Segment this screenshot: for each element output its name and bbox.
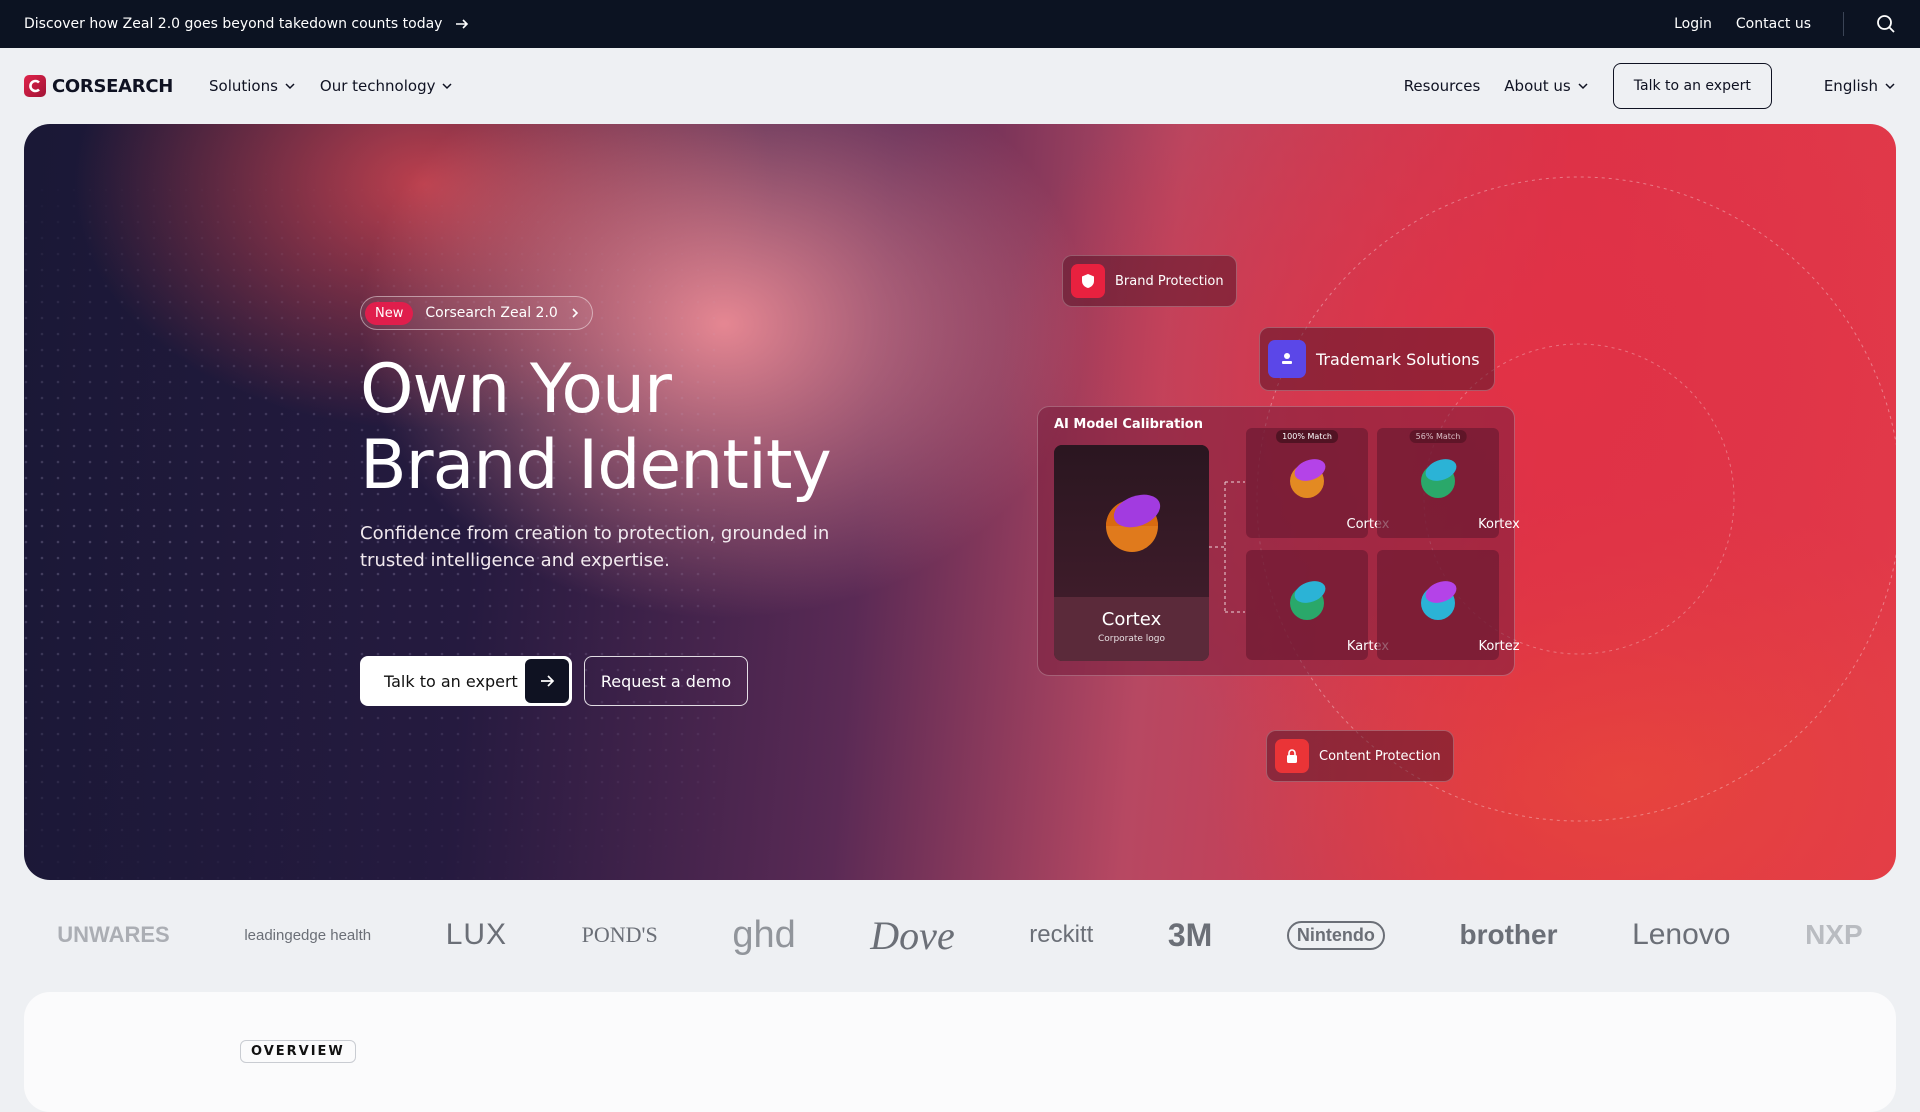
brand-protection-label: Brand Protection bbox=[1115, 273, 1224, 289]
match-card: 100% Match Cortex bbox=[1246, 428, 1389, 538]
chevron-down-icon bbox=[1885, 83, 1895, 90]
hero-title-line1: Own Your bbox=[360, 350, 672, 429]
customer-logo: leadingedge health bbox=[244, 926, 372, 944]
login-link[interactable]: Login bbox=[1674, 16, 1712, 32]
language-label: English bbox=[1823, 77, 1878, 95]
hero-section: New Corsearch Zeal 2.0 Own Your Brand Id… bbox=[24, 124, 1896, 880]
logo-variant-icon bbox=[1290, 581, 1326, 620]
hero-title: Own Your Brand Identity bbox=[360, 350, 832, 505]
new-release-badge[interactable]: New Corsearch Zeal 2.0 bbox=[360, 296, 593, 330]
ai-calibration-panel: AI Model Calibration Cortex Corporate lo… bbox=[1037, 406, 1520, 676]
corsearch-logo[interactable]: CORSEARCH bbox=[24, 75, 173, 97]
arrow-right-icon bbox=[525, 659, 569, 703]
lock-icon bbox=[1275, 739, 1309, 773]
nav-technology-label: Our technology bbox=[319, 77, 436, 95]
logo-variant-icon bbox=[1421, 581, 1457, 620]
customer-logo: brother bbox=[1459, 919, 1558, 950]
customer-logo: ghd bbox=[732, 913, 796, 956]
brand-protection-chip: Brand Protection bbox=[1062, 255, 1237, 307]
contact-link[interactable]: Contact us bbox=[1736, 16, 1811, 32]
content-protection-label: Content Protection bbox=[1319, 748, 1441, 764]
logo-variant-icon bbox=[1421, 459, 1457, 498]
customer-logo: POND'S bbox=[581, 922, 658, 947]
promo-text: Discover how Zeal 2.0 goes beyond takedo… bbox=[24, 16, 443, 32]
match-card: Kartex bbox=[1246, 550, 1389, 660]
customer-logo: LUX bbox=[445, 918, 508, 951]
arrow-right-icon bbox=[456, 19, 469, 29]
match-card: Kortez bbox=[1377, 550, 1520, 660]
logo-variant-icon bbox=[1290, 459, 1326, 498]
reference-logo-card: Cortex Corporate logo bbox=[1054, 445, 1209, 661]
hero-subtitle: Confidence from creation to protection, … bbox=[360, 523, 830, 571]
customer-logo: Nintendo bbox=[1286, 920, 1385, 950]
customer-logo: Lenovo bbox=[1632, 918, 1731, 951]
logo-mark-icon bbox=[24, 75, 46, 97]
reference-logo-image bbox=[1054, 445, 1209, 597]
customer-logo: NXP bbox=[1805, 919, 1863, 950]
reference-logo-caption: Corporate logo bbox=[1097, 634, 1166, 644]
nav-about[interactable]: About us bbox=[1504, 77, 1588, 95]
nav-solutions[interactable]: Solutions bbox=[209, 77, 296, 95]
dot-grid-decoration bbox=[24, 124, 1896, 880]
trademark-solutions-label: Trademark Solutions bbox=[1316, 349, 1480, 369]
shield-icon bbox=[1071, 264, 1105, 298]
chevron-down-icon bbox=[1578, 83, 1588, 90]
match-name: Kortex bbox=[1478, 517, 1520, 532]
nav-about-label: About us bbox=[1504, 77, 1571, 95]
connector-lines bbox=[1209, 481, 1245, 613]
panel-title: AI Model Calibration bbox=[1054, 417, 1203, 432]
match-tag: 100% Match bbox=[1276, 430, 1338, 443]
stamp-icon bbox=[1268, 340, 1306, 378]
reference-logo-label: Cortex Corporate logo bbox=[1054, 597, 1209, 661]
match-name: Kortez bbox=[1478, 639, 1520, 654]
talk-to-expert-button[interactable]: Talk to an expert bbox=[1612, 63, 1772, 109]
trademark-solutions-chip: Trademark Solutions bbox=[1259, 327, 1495, 391]
customer-logo: reckitt bbox=[1029, 921, 1094, 948]
cta-label: Talk to an expert bbox=[384, 671, 518, 691]
nav-resources[interactable]: Resources bbox=[1404, 77, 1481, 95]
chevron-right-icon bbox=[572, 308, 578, 318]
overview-label: OVERVIEW bbox=[240, 1040, 356, 1063]
language-selector[interactable]: English bbox=[1824, 77, 1896, 95]
new-tag: New bbox=[365, 301, 414, 325]
request-demo-button[interactable]: Request a demo bbox=[584, 656, 748, 706]
customer-logo: 3M bbox=[1167, 916, 1213, 953]
overview-section: OVERVIEW bbox=[24, 992, 1896, 1112]
logo-text: CORSEARCH bbox=[52, 75, 173, 97]
customer-logo: UNWARES bbox=[57, 922, 170, 947]
hero-title-line2: Brand Identity bbox=[360, 426, 832, 505]
customer-logo: Dove bbox=[870, 912, 955, 958]
chevron-down-icon bbox=[442, 83, 452, 90]
content-protection-chip: Content Protection bbox=[1266, 730, 1454, 782]
talk-to-expert-cta[interactable]: Talk to an expert bbox=[360, 656, 572, 706]
nav-technology[interactable]: Our technology bbox=[320, 77, 454, 95]
search-icon[interactable] bbox=[1876, 14, 1896, 34]
match-card: 56% Match Kortex bbox=[1377, 428, 1520, 538]
divider bbox=[1843, 12, 1844, 36]
badge-text: Corsearch Zeal 2.0 bbox=[425, 305, 558, 321]
nav-solutions-label: Solutions bbox=[209, 77, 278, 95]
reference-logo-name: Cortex bbox=[1101, 609, 1162, 630]
chevron-down-icon bbox=[285, 83, 295, 90]
customer-logos: UNWARES leadingedge health LUX POND'S gh… bbox=[0, 900, 1920, 970]
promo-link[interactable]: Discover how Zeal 2.0 goes beyond takedo… bbox=[24, 16, 470, 32]
main-nav: CORSEARCH Solutions Our technology Resou… bbox=[0, 48, 1920, 124]
announcement-bar: Discover how Zeal 2.0 goes beyond takedo… bbox=[0, 0, 1920, 48]
match-tag: 56% Match bbox=[1409, 430, 1467, 443]
